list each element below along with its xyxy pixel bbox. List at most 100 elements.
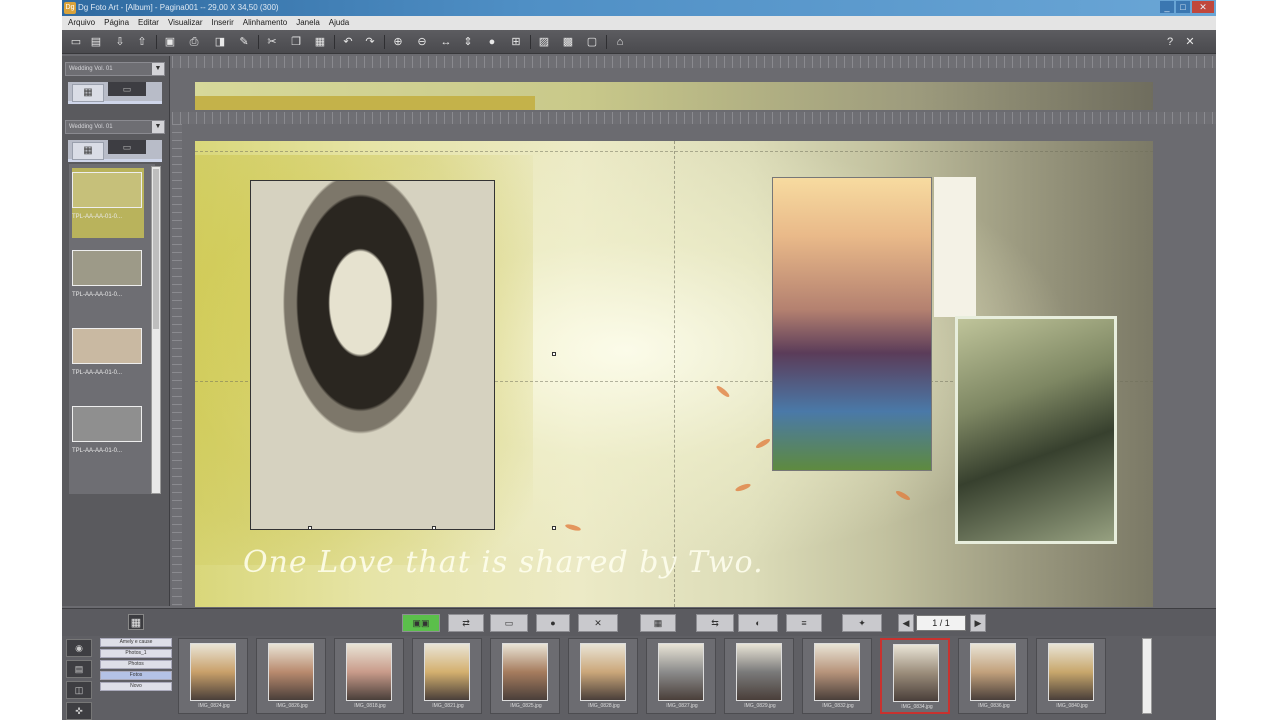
grid-view-tab[interactable]: ▦ bbox=[72, 142, 104, 160]
gallery-toggle-icon[interactable]: ▦ bbox=[128, 614, 144, 630]
paste-icon[interactable]: ▦ bbox=[312, 34, 328, 50]
main-portrait-photo[interactable] bbox=[250, 180, 495, 530]
color-balance-button[interactable]: ◐ bbox=[738, 614, 778, 632]
filmstrip-photo[interactable]: IMG_0829.jpg bbox=[724, 638, 794, 714]
zoom-out-icon[interactable]: ⊖ bbox=[414, 34, 430, 50]
page-caption[interactable]: One Love that is shared by Two. bbox=[243, 545, 764, 580]
next-page-button[interactable]: ▶ bbox=[970, 614, 986, 632]
minimize-button[interactable]: _ bbox=[1160, 1, 1174, 13]
replace-button[interactable]: ⇆ bbox=[696, 614, 734, 632]
save-icon[interactable]: ▣ bbox=[162, 34, 178, 50]
preview-icon[interactable]: ◨ bbox=[212, 34, 228, 50]
scrollbar-thumb[interactable] bbox=[153, 169, 159, 329]
maximize-button[interactable]: □ bbox=[1176, 1, 1190, 13]
category-item[interactable]: Amely e cause bbox=[100, 638, 172, 647]
home-icon[interactable]: ⌂ bbox=[612, 34, 628, 50]
filmstrip-photo[interactable]: IMG_0827.jpg bbox=[646, 638, 716, 714]
open-folder-icon[interactable]: ▤ bbox=[88, 34, 104, 50]
print-icon[interactable]: ⎙ bbox=[186, 34, 202, 50]
remove-photo-button[interactable]: ✕ bbox=[578, 614, 618, 632]
record-icon[interactable]: ● bbox=[484, 34, 500, 50]
template-item[interactable]: TPL-AA-AA-01-0... bbox=[72, 402, 144, 472]
category-item[interactable]: Photos bbox=[100, 660, 172, 669]
bw-photo-sitting[interactable] bbox=[955, 316, 1117, 544]
chevron-down-icon[interactable]: ▼ bbox=[152, 63, 164, 75]
layout-button[interactable]: ▦ bbox=[640, 614, 676, 632]
menu-editar[interactable]: Editar bbox=[138, 16, 159, 30]
menu-visualizar[interactable]: Visualizar bbox=[168, 16, 203, 30]
filmstrip-photo[interactable]: IMG_0821.jpg bbox=[412, 638, 482, 714]
filmstrip-photo[interactable]: IMG_0826.jpg bbox=[256, 638, 326, 714]
close-document-button[interactable]: ✕ bbox=[1182, 34, 1198, 50]
frame-style-button[interactable]: ▭ bbox=[490, 614, 528, 632]
menu-arquivo[interactable]: Arquivo bbox=[68, 16, 95, 30]
effects-button[interactable]: ✦ bbox=[842, 614, 882, 632]
menu-alinhamento[interactable]: Alinhamento bbox=[243, 16, 287, 30]
album-page-canvas[interactable]: One Love that is shared by Two. bbox=[195, 141, 1153, 607]
color-photo-standing[interactable] bbox=[772, 177, 932, 471]
resize-handle[interactable] bbox=[552, 352, 556, 356]
gallery-icon[interactable]: ▩ bbox=[560, 34, 576, 50]
settings-icon[interactable]: ✎ bbox=[236, 34, 252, 50]
export-icon[interactable]: ⇧ bbox=[134, 34, 150, 50]
template-item[interactable]: TPL-AA-AA-01-0... bbox=[72, 168, 144, 238]
category-item[interactable]: Fotos bbox=[100, 671, 172, 680]
category-item[interactable]: Novo bbox=[100, 682, 172, 691]
close-window-button[interactable]: ✕ bbox=[1192, 1, 1214, 13]
resize-handle[interactable] bbox=[552, 526, 556, 530]
filmstrip-photo[interactable]: IMG_0840.jpg bbox=[1036, 638, 1106, 714]
template-label: TPL-AA-AA-01-0... bbox=[72, 448, 123, 454]
resize-handle[interactable] bbox=[432, 526, 436, 530]
fit-page-icon[interactable]: ⇕ bbox=[460, 34, 476, 50]
category-item[interactable]: Photos_1 bbox=[100, 649, 172, 658]
list-view-tab[interactable]: ▭ bbox=[108, 82, 146, 96]
filmstrip-photo[interactable]: IMG_0818.jpg bbox=[334, 638, 404, 714]
photo-filename: IMG_0824.jpg bbox=[198, 703, 230, 709]
resize-handle[interactable] bbox=[308, 526, 312, 530]
filmstrip-photo[interactable]: IMG_0834.jpg bbox=[880, 638, 950, 714]
menu-bar: Arquivo Página Editar Visualizar Inserir… bbox=[62, 16, 1216, 30]
page-indicator[interactable]: 1 / 1 bbox=[916, 615, 966, 631]
template-item[interactable]: TPL-AA-AA-01-0... bbox=[72, 324, 144, 394]
shadow-button[interactable]: ● bbox=[536, 614, 570, 632]
align-button[interactable]: ≡ bbox=[786, 614, 822, 632]
filmstrip-photo[interactable]: IMG_0832.jpg bbox=[802, 638, 872, 714]
auto-fill-button[interactable]: ▣▣ bbox=[402, 614, 440, 632]
chevron-down-icon[interactable]: ▼ bbox=[152, 121, 164, 133]
template-thumbnail bbox=[72, 406, 142, 442]
filmstrip-photo[interactable]: IMG_0828.jpg bbox=[568, 638, 638, 714]
help-button[interactable]: ? bbox=[1162, 34, 1178, 50]
menu-inserir[interactable]: Inserir bbox=[212, 16, 234, 30]
filmstrip-scrollbar[interactable] bbox=[1142, 638, 1152, 714]
copy-icon[interactable]: ❐ bbox=[288, 34, 304, 50]
filmstrip-photo[interactable]: IMG_0825.jpg bbox=[490, 638, 560, 714]
frame-icon[interactable]: ▢ bbox=[584, 34, 600, 50]
new-file-icon[interactable]: ▭ bbox=[68, 34, 84, 50]
tools-icon[interactable]: ✜ bbox=[66, 702, 92, 720]
template-set-dropdown-2[interactable]: Wedding Vol. 01 ▼ bbox=[65, 120, 165, 134]
view-icon[interactable]: ▤ bbox=[66, 660, 92, 678]
menu-pagina[interactable]: Página bbox=[104, 16, 129, 30]
list-view-tab[interactable]: ▭ bbox=[108, 140, 146, 154]
insert-image-icon[interactable]: ▨ bbox=[536, 34, 552, 50]
filmstrip-photo[interactable]: IMG_0824.jpg bbox=[178, 638, 248, 714]
grid-icon[interactable]: ⊞ bbox=[508, 34, 524, 50]
import-icon[interactable]: ⇩ bbox=[112, 34, 128, 50]
template-scrollbar[interactable] bbox=[151, 166, 161, 494]
template-set-dropdown[interactable]: Wedding Vol. 01 ▼ bbox=[65, 62, 165, 76]
template-item[interactable]: TPL-AA-AA-01-0... bbox=[72, 246, 144, 316]
swap-photos-button[interactable]: ⇄ bbox=[448, 614, 484, 632]
fit-width-icon[interactable]: ↔ bbox=[438, 34, 454, 50]
camera-icon[interactable]: ◫ bbox=[66, 681, 92, 699]
redo-icon[interactable]: ↷ bbox=[362, 34, 378, 50]
photo-thumbnail bbox=[424, 643, 470, 701]
grid-view-tab[interactable]: ▦ bbox=[72, 84, 104, 102]
cut-icon[interactable]: ✂ bbox=[264, 34, 280, 50]
zoom-in-icon[interactable]: ⊕ bbox=[390, 34, 406, 50]
menu-ajuda[interactable]: Ajuda bbox=[329, 16, 349, 30]
undo-icon[interactable]: ↶ bbox=[340, 34, 356, 50]
filmstrip-photo[interactable]: IMG_0836.jpg bbox=[958, 638, 1028, 714]
color-palette-icon[interactable]: ◉ bbox=[66, 639, 92, 657]
prev-page-button[interactable]: ◀ bbox=[898, 614, 914, 632]
menu-janela[interactable]: Janela bbox=[296, 16, 320, 30]
